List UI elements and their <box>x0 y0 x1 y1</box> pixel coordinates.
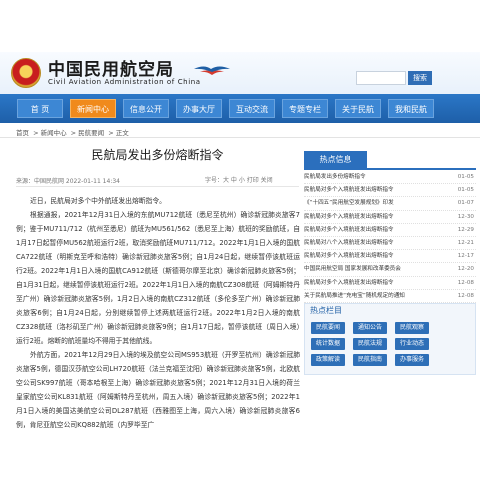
hot-news-list: 民航局发出多份熔断指令 01-05 民航局对多个入境航班发出熔断指令 01-05 《… <box>304 171 476 303</box>
nav-special-topics[interactable]: 专题专栏 <box>282 99 328 118</box>
hot-columns-title: 热点栏目 <box>310 306 342 315</box>
news-date: 12-30 <box>457 213 474 220</box>
hot-link-statistics[interactable]: 统计数据 <box>311 338 345 350</box>
nav-info-public[interactable]: 信息公开 <box>123 99 169 118</box>
hot-link-industry[interactable]: 行业动态 <box>395 338 429 350</box>
news-title[interactable]: 民航局对多个入境航班发出熔断指令 <box>304 253 394 259</box>
national-emblem-icon <box>11 58 41 88</box>
breadcrumb-news-center[interactable]: > 新闻中心 <box>33 129 67 137</box>
news-title[interactable]: 民航局对八个入境航班发出熔断指令 <box>304 240 394 246</box>
list-item[interactable]: 民航局对多个入境航班发出熔断指令 12-08 <box>304 277 476 290</box>
breadcrumb-major-news[interactable]: > 民航要闻 <box>71 129 105 137</box>
nav-interaction[interactable]: 互动交流 <box>229 99 275 118</box>
news-date: 12-29 <box>457 226 474 233</box>
nav-me-and-caac[interactable]: 我和民航 <box>388 99 434 118</box>
hot-link-service[interactable]: 办事服务 <box>395 354 429 366</box>
hot-link-notices[interactable]: 通知公告 <box>353 322 387 334</box>
news-title[interactable]: 中国民用航空局 国家发展和改革委员会 <box>304 266 401 272</box>
list-item[interactable]: 民航局发出多份熔断指令 01-05 <box>304 171 476 185</box>
breadcrumb-divider <box>0 137 480 138</box>
list-item[interactable]: 民航局对八个入境航班发出熔断指令 12-21 <box>304 237 476 251</box>
news-date: 12-08 <box>457 279 474 286</box>
list-item[interactable]: 民航局对多个入境航班发出熔断指令 12-29 <box>304 224 476 237</box>
article-paragraph: 根据通报，2021年12月31日入境的东航MU712航班（悉尼至杭州）确诊新冠肺… <box>16 211 300 345</box>
news-date: 12-08 <box>457 292 474 299</box>
news-date: 01-05 <box>457 174 474 180</box>
nav-about[interactable]: 关于民航 <box>335 99 381 118</box>
list-item[interactable]: 《“十四五”民用航空发展规划》印发 01-07 <box>304 197 476 211</box>
list-item[interactable]: 民航局对多个入境航班发出熔断指令 12-30 <box>304 211 476 224</box>
breadcrumb-home[interactable]: 首页 <box>16 129 29 137</box>
site-title-en: Civil Aviation Administration of China <box>48 78 201 86</box>
hot-info-underline <box>304 168 476 170</box>
caac-wings-logo-icon <box>194 66 230 75</box>
list-item[interactable]: 中国民用航空局 国家发展和改革委员会 12-20 <box>304 263 476 277</box>
meta-divider <box>16 186 299 187</box>
top-banner-strip <box>0 0 480 52</box>
news-title[interactable]: 民航局对多个入境航班发出熔断指令 <box>304 187 394 193</box>
news-title[interactable]: 民航局发出多份熔断指令 <box>304 174 366 180</box>
list-item[interactable]: 关于民航局推进“充电宝”随机规定的通知 12-08 <box>304 290 476 303</box>
nav-home[interactable]: 首 页 <box>17 99 63 118</box>
nav-service-hall[interactable]: 办事大厅 <box>176 99 222 118</box>
hot-link-guide[interactable]: 民航指南 <box>353 354 387 366</box>
hot-info-tab[interactable]: 热点信息 <box>304 151 367 168</box>
list-item[interactable]: 民航局对多个入境航班发出熔断指令 12-17 <box>304 250 476 264</box>
hot-link-policy[interactable]: 政策解读 <box>311 354 345 366</box>
news-title[interactable]: 民航局对多个入境航班发出熔断指令 <box>304 280 394 286</box>
news-title[interactable]: 《“十四五”民用航空发展规划》印发 <box>304 200 394 206</box>
news-date: 12-17 <box>457 253 474 260</box>
news-title[interactable]: 民航局对多个入境航班发出熔断指令 <box>304 214 394 220</box>
news-date: 01-05 <box>457 187 474 194</box>
search-input[interactable] <box>356 71 406 85</box>
search-button[interactable]: 搜索 <box>408 71 432 85</box>
list-item[interactable]: 民航局对多个入境航班发出熔断指令 01-05 <box>304 184 476 198</box>
article-paragraph: 外航方面，2021年12月29日入境的埃及航空公司MS953航班（开罗至杭州）确… <box>16 351 300 429</box>
hot-link-observation[interactable]: 民航观察 <box>395 322 429 334</box>
nav-news-center[interactable]: 新闻中心 <box>70 99 116 118</box>
article-title: 民航局发出多份熔断指令 <box>91 148 224 162</box>
news-date: 01-07 <box>457 200 474 207</box>
news-date: 12-21 <box>457 239 474 246</box>
article-body: 近日，民航局对多个中外航班发出熔断指令。 根据通报，2021年12月31日入境的… <box>16 194 300 432</box>
article-paragraph: 近日，民航局对多个中外航班发出熔断指令。 <box>30 197 166 205</box>
article-tools[interactable]: 字号：大 中 小 打印 关闭 <box>205 175 273 184</box>
news-date: 12-20 <box>457 266 474 273</box>
hot-link-caac-news[interactable]: 民航要闻 <box>311 322 345 334</box>
hot-link-regulations[interactable]: 民航法规 <box>353 338 387 350</box>
breadcrumb-current: > 正文 <box>108 129 129 137</box>
site-title-cn[interactable]: 中国民用航空局 <box>48 55 174 80</box>
breadcrumb: 首页 > 新闻中心 > 民航要闻 > 正文 <box>16 127 131 137</box>
news-title[interactable]: 关于民航局推进“充电宝”随机规定的通知 <box>304 293 405 299</box>
news-title[interactable]: 民航局对多个入境航班发出熔断指令 <box>304 227 394 233</box>
